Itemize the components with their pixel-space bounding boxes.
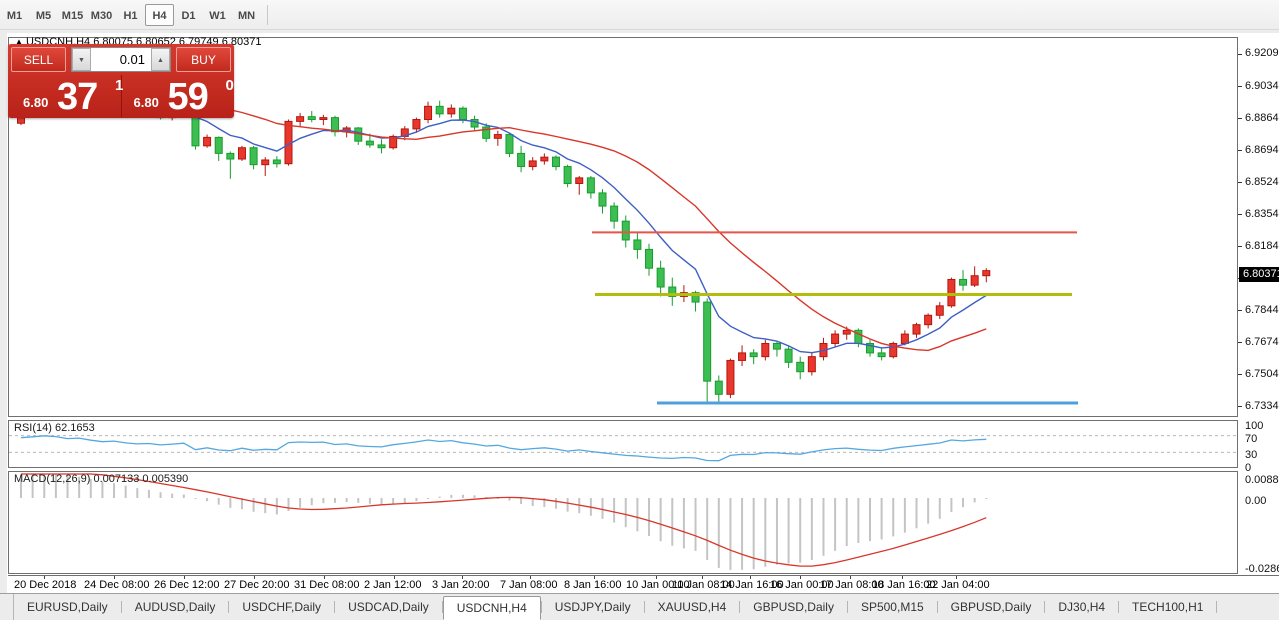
price-axis-tick — [1238, 54, 1242, 55]
price-axis-label: 6.90340 — [1245, 80, 1279, 92]
price-axis-tick — [1238, 374, 1242, 375]
rsi-line — [21, 436, 986, 461]
macd-label: MACD(12,26,9) 0.007133 0.005390 — [14, 473, 188, 485]
sell-price-prefix: 6.80 — [23, 95, 48, 110]
buy-button[interactable]: BUY — [176, 47, 231, 72]
sell-quote[interactable]: 6.80 37 1 — [11, 75, 122, 117]
rsi-scale-label: 70 — [1245, 433, 1257, 445]
price-axis-label: 6.92090 — [1245, 47, 1279, 59]
time-axis-label: 8 Jan 16:00 — [564, 579, 622, 591]
rsi-panel[interactable] — [8, 420, 1238, 468]
price-axis-label: 6.81840 — [1245, 240, 1279, 252]
macd-scale-label: 0.008839 — [1245, 474, 1279, 486]
macd-panel[interactable] — [8, 471, 1238, 574]
buy-quote[interactable]: 6.80 59 0 — [122, 75, 232, 117]
buy-price-pips: 59 — [168, 76, 208, 119]
time-axis-label: 22 Jan 04:00 — [926, 579, 990, 591]
chart-tab-dj30-h4[interactable]: DJ30,H4 — [1045, 596, 1118, 618]
time-axis-label: 24 Dec 08:00 — [84, 579, 149, 591]
chart-tab-xauusd-h4[interactable]: XAUUSD,H4 — [645, 596, 740, 618]
macd-signal-line — [21, 474, 986, 566]
price-axis-tick — [1238, 406, 1242, 407]
chart-tab-usdcad-daily[interactable]: USDCAD,Daily — [335, 596, 442, 618]
time-axis-label: 3 Jan 20:00 — [432, 579, 490, 591]
price-axis-label: 6.75040 — [1245, 368, 1279, 380]
price-axis-label: 6.85240 — [1245, 176, 1279, 188]
current-price-label: 6.80371 — [1239, 267, 1279, 282]
price-axis-tick — [1238, 214, 1242, 215]
sell-button[interactable]: SELL — [11, 47, 66, 72]
volume-control: ▼ 0.01 ▲ — [71, 47, 171, 72]
time-axis: 20 Dec 2018 24 Dec 08:00 26 Dec 12:00 27 De… — [8, 575, 1279, 593]
buy-price-prefix: 6.80 — [134, 95, 159, 110]
price-axis-tick — [1238, 310, 1242, 311]
price-axis: 6.92090 6.90340 6.88640 6.86940 6.85240 6.835… — [1238, 37, 1279, 574]
price-axis-label: 6.76740 — [1245, 336, 1279, 348]
trading-platform-window: M1M5M15M30H1H4D1W1MN 6.92090 6.90340 6.886… — [0, 0, 1279, 620]
timeframe-button-m1[interactable]: M1 — [0, 4, 29, 26]
timeframe-button-m30[interactable]: M30 — [87, 4, 116, 26]
buy-price-point: 0 — [226, 77, 234, 94]
timeframe-button-m15[interactable]: M15 — [58, 4, 87, 26]
chart-tabs-bar: EURUSD,DailyAUDUSD,DailyUSDCHF,DailyUSDC… — [0, 593, 1279, 620]
price-axis-tick — [1238, 342, 1242, 343]
price-axis-label: 6.78440 — [1245, 304, 1279, 316]
tab-separator — [1216, 601, 1217, 613]
price-axis-label: 6.73340 — [1245, 400, 1279, 412]
tab-stub — [0, 594, 14, 620]
chart-tab-usdcnh-h4[interactable]: USDCNH,H4 — [443, 596, 541, 620]
chart-window: 6.92090 6.90340 6.88640 6.86940 6.85240 6.835… — [7, 33, 1279, 593]
rsi-chart — [9, 421, 1237, 467]
sell-price-pips: 37 — [57, 76, 97, 119]
time-axis-label: 27 Dec 20:00 — [224, 579, 289, 591]
rsi-scale-label: 30 — [1245, 449, 1257, 461]
time-axis-label: 2 Jan 12:00 — [364, 579, 422, 591]
price-axis-tick — [1238, 182, 1242, 183]
timeframe-button-h4[interactable]: H4 — [145, 4, 174, 26]
volume-input[interactable]: 0.01 — [91, 48, 151, 71]
chart-tab-gbpusd-daily[interactable]: GBPUSD,Daily — [740, 596, 847, 618]
chart-tab-eurusd-daily[interactable]: EURUSD,Daily — [14, 596, 121, 618]
timeframe-button-m5[interactable]: M5 — [29, 4, 58, 26]
time-axis-label: 26 Dec 12:00 — [154, 579, 219, 591]
macd-chart — [9, 472, 1237, 573]
timeframe-toolbar: M1M5M15M30H1H4D1W1MN — [0, 0, 1279, 30]
price-axis-tick — [1238, 86, 1242, 87]
one-click-trade-panel: SELL ▼ 0.01 ▲ BUY 6.80 37 1 6.80 59 0 — [8, 44, 234, 118]
chart-tab-usdjpy-daily[interactable]: USDJPY,Daily — [542, 596, 644, 618]
macd-scale-label: 0.00 — [1245, 495, 1266, 507]
volume-increase-button[interactable]: ▲ — [151, 48, 170, 71]
timeframe-button-mn[interactable]: MN — [232, 4, 261, 26]
price-axis-tick — [1238, 150, 1242, 151]
volume-decrease-button[interactable]: ▼ — [72, 48, 91, 71]
timeframe-button-d1[interactable]: D1 — [174, 4, 203, 26]
time-axis-label: 31 Dec 08:00 — [294, 579, 359, 591]
time-axis-label: 20 Dec 2018 — [14, 579, 76, 591]
rsi-label: RSI(14) 62.1653 — [14, 422, 95, 434]
rsi-scale-label: 100 — [1245, 420, 1263, 432]
chart-tab-tech100-h1[interactable]: TECH100,H1 — [1119, 596, 1216, 618]
price-axis-tick — [1238, 246, 1242, 247]
price-axis-label: 6.88640 — [1245, 112, 1279, 124]
rsi-scale-label: 0 — [1245, 462, 1251, 474]
price-axis-tick — [1238, 118, 1242, 119]
time-axis-label: 7 Jan 08:00 — [500, 579, 558, 591]
price-axis-label: 6.83540 — [1245, 208, 1279, 220]
toolbar-separator — [267, 5, 268, 25]
chart-tab-gbpusd-daily[interactable]: GBPUSD,Daily — [938, 596, 1045, 618]
chart-tab-audusd-daily[interactable]: AUDUSD,Daily — [122, 596, 229, 618]
timeframe-button-w1[interactable]: W1 — [203, 4, 232, 26]
macd-scale-label: -0.028683 — [1245, 563, 1279, 575]
chart-tab-usdchf-daily[interactable]: USDCHF,Daily — [229, 596, 334, 618]
price-axis-label: 6.86940 — [1245, 144, 1279, 156]
chart-tab-sp500-m15[interactable]: SP500,M15 — [848, 596, 937, 618]
timeframe-button-h1[interactable]: H1 — [116, 4, 145, 26]
